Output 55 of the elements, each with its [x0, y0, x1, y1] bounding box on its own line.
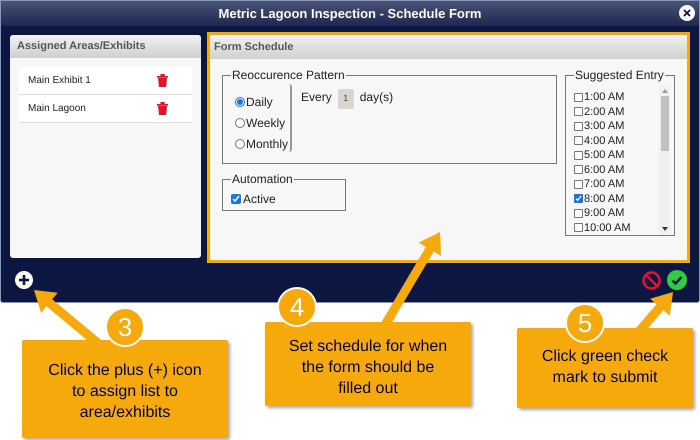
radio-button[interactable] — [235, 97, 245, 107]
time-option[interactable]: 5:00 AM — [574, 148, 650, 162]
time-option[interactable]: 9:00 AM — [574, 206, 650, 220]
cancel-icon[interactable] — [642, 270, 661, 290]
radio-button[interactable] — [235, 118, 245, 128]
time-option[interactable]: 1:00 AM — [574, 90, 650, 104]
group-legend: Reoccurence Pattern — [231, 66, 346, 84]
radio-option[interactable]: Daily — [235, 94, 288, 110]
window-title: Metric Lagoon Inspection - Schedule Form — [218, 4, 482, 23]
scrollbar[interactable] — [659, 86, 670, 234]
checkbox[interactable] — [574, 122, 583, 131]
radio-option[interactable]: Monthly — [235, 136, 288, 152]
active-checkbox[interactable]: Active — [231, 190, 337, 208]
radio-button[interactable] — [235, 139, 245, 149]
area-name: Main Exhibit 1 — [28, 74, 91, 88]
trash-icon[interactable] — [157, 102, 168, 115]
time-option[interactable]: 2:00 AM — [574, 104, 650, 119]
callout-text: Set schedule for when the form should be filled out — [288, 337, 448, 399]
area-name: Main Lagoon — [28, 102, 86, 116]
submit-check-icon[interactable] — [667, 270, 687, 290]
callout-text: Click green check mark to submit — [540, 347, 670, 388]
time-option[interactable]: 4:00 AM — [574, 134, 650, 148]
every-label: Every — [301, 89, 332, 106]
checkbox[interactable] — [574, 107, 583, 116]
time-option[interactable]: 8:00 AM — [574, 192, 650, 206]
area-list-item[interactable]: Main Exhibit 1 — [19, 67, 192, 95]
step-number-badge: 5 — [565, 303, 605, 343]
area-list-item[interactable]: Main Lagoon — [19, 95, 192, 123]
checkbox[interactable] — [574, 194, 583, 204]
checkbox[interactable] — [574, 223, 583, 232]
trash-icon[interactable] — [157, 74, 168, 87]
checkbox[interactable] — [574, 136, 583, 146]
time-option[interactable]: 3:00 AM — [574, 119, 650, 134]
time-option[interactable]: 6:00 AM — [574, 162, 650, 177]
checkbox[interactable] — [574, 92, 583, 102]
time-option[interactable]: 10:00 AM — [574, 220, 650, 235]
checkbox[interactable] — [574, 165, 583, 174]
step-number-badge: 3 — [105, 307, 145, 347]
add-icon[interactable] — [15, 271, 33, 289]
panel-title: Assigned Areas/Exhibits — [17, 39, 146, 54]
scroll-up-icon[interactable] — [662, 89, 668, 93]
panel-title: Form Schedule — [214, 40, 294, 55]
checkbox[interactable] — [574, 208, 583, 218]
group-legend: Suggested Entry — [574, 66, 665, 84]
interval-field[interactable]: 1 — [338, 89, 354, 109]
unit-label: day(s) — [360, 89, 394, 106]
callout-text: Click the plus (+) icon to assign list to area/exhibits — [47, 361, 203, 423]
checkbox[interactable] — [574, 180, 583, 189]
time-option[interactable]: 7:00 AM — [574, 177, 650, 192]
group-legend: Automation — [231, 170, 294, 188]
checkbox[interactable] — [574, 150, 583, 160]
radio-option[interactable]: Weekly — [235, 115, 288, 131]
close-icon — [683, 9, 691, 17]
close-button[interactable] — [679, 5, 695, 21]
scroll-down-icon[interactable] — [662, 227, 668, 231]
